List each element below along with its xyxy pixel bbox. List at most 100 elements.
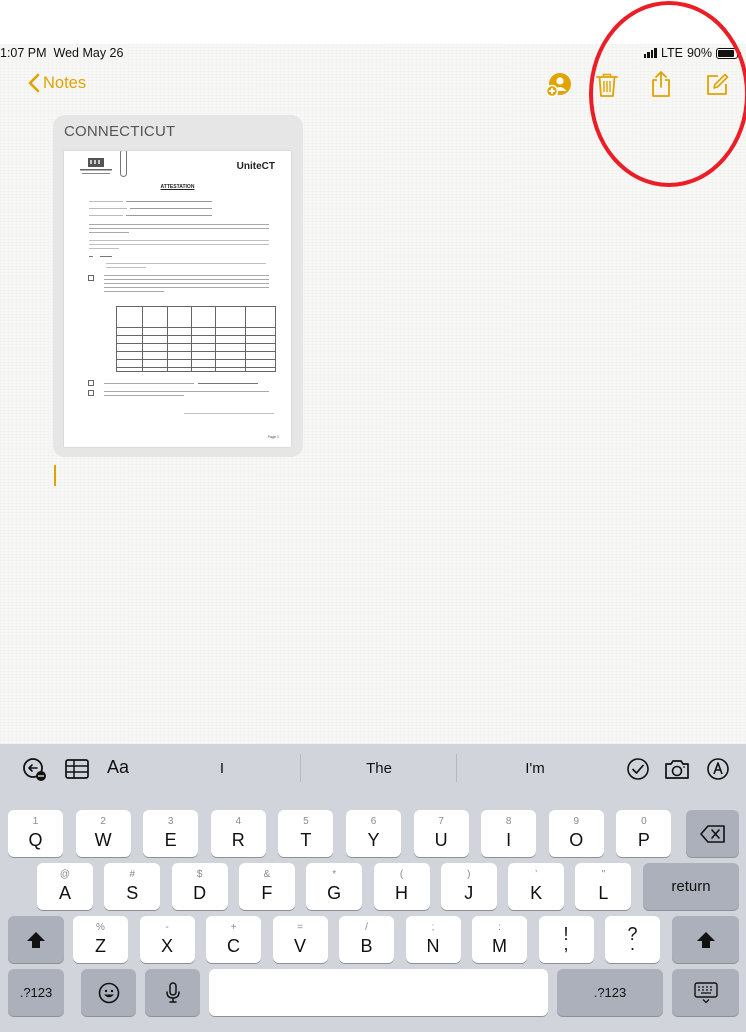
keyboard-shortcut-bar: Aa I The I'm bbox=[0, 744, 746, 794]
key-m[interactable]: :M bbox=[472, 916, 527, 963]
status-time: 1:07 PM Wed May 26 bbox=[0, 46, 123, 60]
suggestion-3[interactable]: I'm bbox=[495, 760, 575, 777]
dictation-key[interactable] bbox=[145, 969, 200, 1016]
key-z[interactable]: % Z bbox=[73, 916, 128, 963]
status-date: Wed May 26 bbox=[53, 46, 124, 60]
key-w[interactable]: 2W bbox=[75, 810, 131, 857]
space-bar[interactable] bbox=[209, 969, 548, 1016]
key-g[interactable]: * G bbox=[306, 863, 363, 910]
key-hint: ) bbox=[467, 869, 471, 880]
key-d[interactable]: $ D bbox=[171, 863, 228, 910]
format-button[interactable]: Aa bbox=[107, 757, 129, 778]
key-label: A bbox=[58, 883, 71, 903]
key-hint: 3 bbox=[167, 816, 174, 827]
camera-icon bbox=[665, 760, 689, 779]
document-preview: UniteCT ATTESTATION Page 1 bbox=[64, 151, 291, 447]
key-hint: = bbox=[297, 922, 303, 933]
return-key[interactable]: return bbox=[643, 863, 739, 910]
key-label: V bbox=[293, 936, 306, 956]
emoji-key[interactable] bbox=[81, 969, 136, 1016]
key-label: F bbox=[261, 883, 273, 903]
chevron-left-icon bbox=[28, 73, 40, 93]
key-label: C bbox=[227, 936, 240, 956]
key-s[interactable]: # S bbox=[104, 863, 161, 910]
key-y[interactable]: 6Y bbox=[346, 810, 401, 857]
delete-key[interactable] bbox=[686, 810, 739, 857]
status-clock: 1:07 PM bbox=[0, 46, 47, 60]
table-icon bbox=[65, 759, 89, 779]
checklist-button[interactable] bbox=[22, 756, 48, 782]
back-to-notes-button[interactable]: Notes bbox=[28, 73, 86, 93]
shift-key-right[interactable] bbox=[672, 916, 739, 963]
key-e[interactable]: 3E bbox=[143, 810, 199, 857]
camera-button[interactable] bbox=[664, 756, 690, 782]
key-label: T bbox=[300, 830, 312, 850]
add-people-button[interactable] bbox=[544, 70, 574, 100]
return-label: return bbox=[671, 878, 711, 895]
key-j[interactable]: ) J bbox=[440, 863, 497, 910]
pdf-attachment-card[interactable]: CONNECTICUT UniteCT ATTESTATION Page 1 bbox=[53, 115, 303, 457]
suggestion-2[interactable]: The bbox=[339, 760, 419, 777]
key-exclamation[interactable]: ! , bbox=[538, 916, 594, 963]
checklist-toggle-button[interactable] bbox=[625, 756, 651, 782]
markup-pen-icon bbox=[707, 758, 729, 780]
key-hint: 6 bbox=[370, 816, 377, 827]
key-i[interactable]: 8I bbox=[481, 810, 537, 857]
key-label: P bbox=[637, 830, 650, 850]
key-c[interactable]: + C bbox=[206, 916, 261, 963]
key-x[interactable]: -X bbox=[139, 916, 195, 963]
state-logo-icon bbox=[80, 158, 112, 174]
numbers-key-left[interactable]: .?123 bbox=[8, 969, 64, 1016]
key-u[interactable]: 7U bbox=[413, 810, 469, 857]
markup-button[interactable] bbox=[705, 756, 731, 782]
key-label: G bbox=[327, 883, 342, 903]
suggestion-1[interactable]: I bbox=[182, 760, 262, 777]
key-hint: # bbox=[129, 869, 136, 880]
key-b[interactable]: / B bbox=[339, 916, 394, 963]
key-label: I bbox=[506, 830, 512, 850]
shift-arrow-icon bbox=[696, 931, 715, 948]
share-button[interactable] bbox=[646, 69, 676, 99]
key-label: H bbox=[395, 883, 408, 903]
key-h[interactable]: (H bbox=[373, 863, 430, 910]
key-hint: ( bbox=[399, 869, 404, 880]
battery-percent: 90% bbox=[686, 46, 712, 60]
key-hint: $ bbox=[196, 869, 203, 880]
doc-page-number: Page 1 bbox=[267, 435, 279, 439]
delete-note-button[interactable] bbox=[592, 70, 622, 100]
key-label: W bbox=[94, 830, 112, 850]
status-indicators: LTE 90% bbox=[643, 46, 741, 60]
key-r[interactable]: 4R bbox=[210, 810, 266, 857]
key-n[interactable]: ; N bbox=[405, 916, 461, 963]
add-person-icon bbox=[546, 73, 571, 98]
key-v[interactable]: = V bbox=[272, 916, 328, 963]
key-label: J bbox=[464, 883, 474, 903]
key-label: X bbox=[160, 936, 173, 956]
key-question[interactable]: ? . bbox=[605, 916, 660, 963]
key-label: D bbox=[193, 883, 207, 903]
key-hint: 1 bbox=[32, 816, 39, 827]
numbers-key-right[interactable]: .?123 bbox=[557, 969, 663, 1016]
keyboard-dismiss-icon bbox=[693, 981, 718, 1003]
key-label: N bbox=[426, 936, 440, 956]
key-label: K bbox=[530, 883, 543, 903]
key-label: Q bbox=[28, 830, 43, 850]
ipad-screen: 1:07 PM Wed May 26 LTE 90% Notes CONNECT… bbox=[0, 0, 746, 1032]
shift-key-left[interactable] bbox=[8, 916, 64, 963]
key-hint: + bbox=[230, 922, 237, 933]
key-f[interactable]: & F bbox=[238, 863, 295, 910]
key-hint: ; bbox=[431, 922, 435, 933]
suggestion-divider bbox=[456, 754, 457, 782]
table-button[interactable] bbox=[64, 756, 90, 782]
battery-icon bbox=[716, 47, 741, 59]
key-q[interactable]: 1Q bbox=[8, 810, 63, 857]
hide-keyboard-key[interactable] bbox=[672, 969, 739, 1016]
key-k[interactable]: ’ K bbox=[508, 863, 565, 910]
key-t[interactable]: 5T bbox=[278, 810, 334, 857]
key-label: S bbox=[126, 883, 139, 903]
key-o[interactable]: 9O bbox=[548, 810, 604, 857]
compose-button[interactable] bbox=[702, 70, 732, 100]
key-a[interactable]: @ A bbox=[37, 863, 93, 910]
key-l[interactable]: " L bbox=[575, 863, 632, 910]
key-p[interactable]: 0P bbox=[616, 810, 672, 857]
